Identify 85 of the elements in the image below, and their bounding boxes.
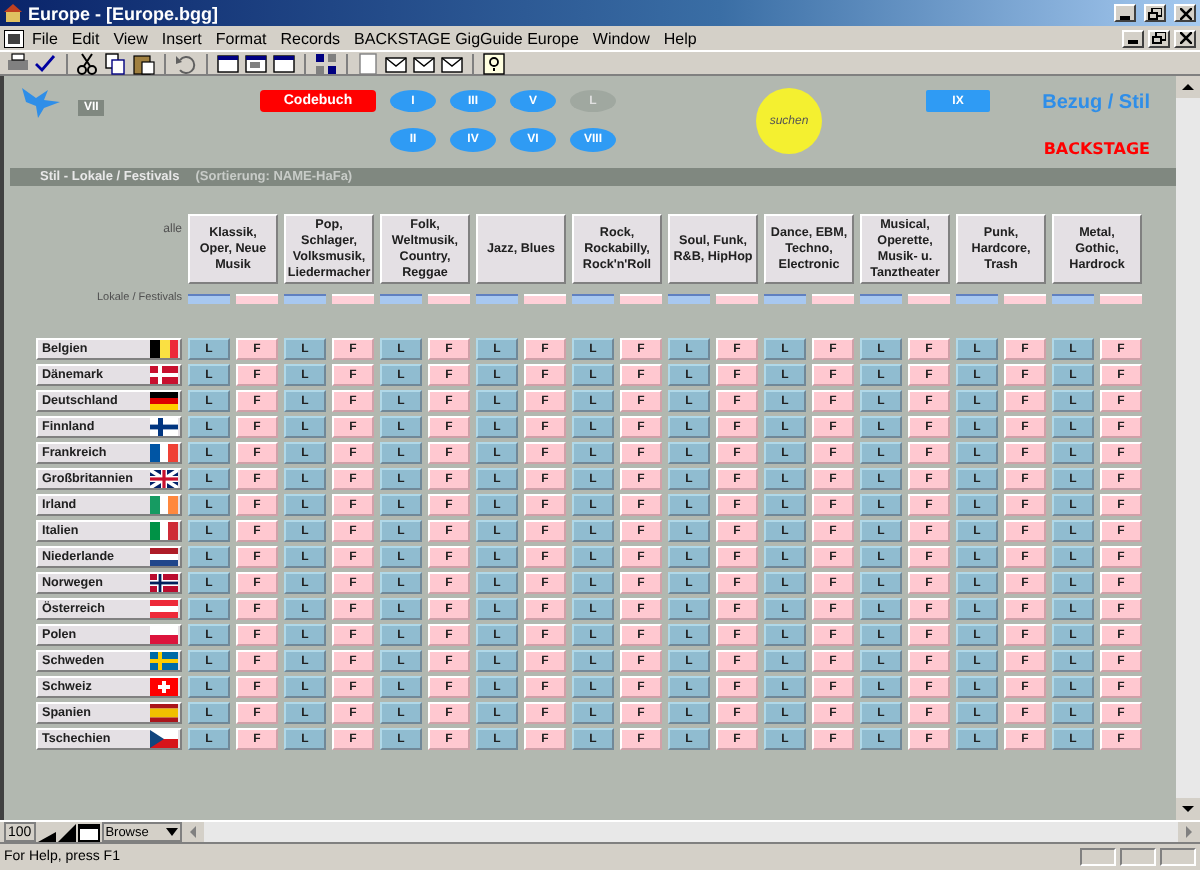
- venue-bar: [956, 293, 998, 303]
- menu-item[interactable]: View: [107, 29, 154, 47]
- cut-icon[interactable]: [76, 51, 100, 75]
- minimize-button[interactable]: [1122, 29, 1144, 47]
- close-icon: [1179, 7, 1191, 19]
- flag-icon: [150, 548, 178, 566]
- flag-icon: [150, 678, 178, 696]
- venue-bar: [860, 293, 902, 303]
- paste-icon[interactable]: [132, 51, 156, 75]
- horizontal-scrollbar[interactable]: [183, 822, 1198, 842]
- restore-icon: [1148, 7, 1162, 19]
- flag-icon: [150, 730, 178, 748]
- venue-bar: [380, 293, 422, 303]
- window-icon[interactable]: [77, 823, 100, 841]
- venue-bar: [572, 293, 614, 303]
- flag-icon: [150, 444, 178, 462]
- restore-icon: [1152, 32, 1166, 44]
- bird-logo-icon: [20, 84, 64, 120]
- flag-icon: [150, 366, 178, 384]
- venue-bar: [284, 293, 326, 303]
- flag-icon: [150, 470, 178, 488]
- close-icon: [1179, 32, 1191, 44]
- brand-label: BACKSTAGE: [1043, 140, 1150, 158]
- festival-bar: [236, 293, 278, 303]
- status-pane: [1160, 847, 1196, 865]
- undo-icon[interactable]: [174, 51, 198, 75]
- festival-bar: [524, 293, 566, 303]
- envelope-icon[interactable]: [412, 51, 436, 75]
- app-icon: [4, 4, 22, 22]
- venue-bar: [476, 293, 518, 303]
- festival-bar: [332, 293, 374, 303]
- restore-button[interactable]: [1144, 4, 1166, 22]
- flag-icon: [150, 340, 178, 358]
- menu-item[interactable]: Edit: [65, 29, 106, 47]
- festival-bar: [428, 293, 470, 303]
- menu-item[interactable]: Window: [586, 29, 656, 47]
- festival-bar: [1100, 293, 1142, 303]
- menu-item[interactable]: Records: [274, 29, 347, 47]
- help-icon[interactable]: [482, 51, 506, 75]
- flag-icon: [150, 600, 178, 618]
- flag-icon: [150, 626, 178, 644]
- menu-item[interactable]: File: [26, 29, 64, 47]
- menu-item[interactable]: BACKSTAGE GigGuide Europe: [348, 29, 585, 47]
- window-icon[interactable]: [244, 51, 268, 75]
- vertical-scrollbar[interactable]: [1176, 76, 1200, 820]
- flag-icon: [150, 496, 178, 514]
- scroll-up-icon[interactable]: [1176, 76, 1200, 98]
- venue-bar: [188, 293, 230, 303]
- close-button[interactable]: [1174, 4, 1196, 22]
- flag-icon: [150, 574, 178, 592]
- venue-bar: [1052, 293, 1094, 303]
- flag-icon: [150, 392, 178, 410]
- menu-item[interactable]: Insert: [155, 29, 208, 47]
- status-pane: [1120, 847, 1156, 865]
- venue-bar: [668, 293, 710, 303]
- copy-icon[interactable]: [104, 51, 128, 75]
- scroll-down-icon[interactable]: [1176, 798, 1200, 820]
- flag-icon: [150, 418, 178, 436]
- menu-item[interactable]: Help: [657, 29, 703, 47]
- festival-bar: [1004, 293, 1046, 303]
- festival-bar: [620, 293, 662, 303]
- page-heading: Bezug / Stil: [1042, 92, 1150, 114]
- restore-button[interactable]: [1148, 29, 1170, 47]
- festival-bar: [716, 293, 758, 303]
- menu-item[interactable]: Format: [209, 29, 273, 47]
- grid-icon[interactable]: [314, 51, 338, 75]
- status-pane: [1080, 847, 1116, 865]
- window-title: Europe - [Europe.bgg]: [28, 3, 218, 23]
- window-icon[interactable]: [216, 51, 240, 75]
- envelope-icon[interactable]: [384, 51, 408, 75]
- document-icon[interactable]: [4, 29, 24, 47]
- festival-bar: [908, 293, 950, 303]
- flag-icon: [150, 522, 178, 540]
- printer-icon[interactable]: [6, 51, 30, 75]
- scroll-left-icon[interactable]: [183, 822, 204, 842]
- flag-icon: [150, 652, 178, 670]
- flag-icon: [150, 704, 178, 722]
- close-button[interactable]: [1174, 29, 1196, 47]
- minimize-button[interactable]: [1114, 4, 1136, 22]
- spellcheck-icon[interactable]: [34, 51, 58, 75]
- envelope-icon[interactable]: [440, 51, 464, 75]
- venue-bar: [764, 293, 806, 303]
- festival-bar: [812, 293, 854, 303]
- window-icon[interactable]: [272, 51, 296, 75]
- caret-icon: [165, 828, 178, 836]
